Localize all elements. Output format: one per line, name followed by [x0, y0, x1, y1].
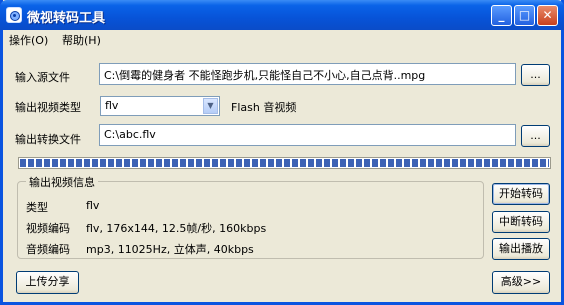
- conversion-progress-bar: [18, 157, 551, 169]
- output-info-title: 输出视频信息: [26, 174, 98, 190]
- stop-convert-button[interactable]: 中断转码: [492, 211, 550, 233]
- start-convert-button[interactable]: 开始转码: [492, 183, 550, 205]
- browse-output-button[interactable]: ...: [521, 125, 550, 147]
- source-file-input[interactable]: C:\倒霉的健身者 不能怪跑步机,只能怪自己不小心,自己点背..mpg: [99, 63, 516, 85]
- info-type-label: 类型: [26, 201, 48, 214]
- output-type-value: flv: [105, 99, 119, 112]
- source-file-label: 输入源文件: [15, 71, 70, 84]
- output-info-group: 输出视频信息 类型 flv 视频编码 flv, 176x144, 12.5帧/秒…: [17, 174, 484, 259]
- app-icon[interactable]: [6, 7, 22, 23]
- window-title: 微视转码工具: [27, 11, 106, 26]
- close-button[interactable]: ✕: [537, 5, 558, 26]
- menu-bar: 操作(O) 帮助(H): [3, 30, 561, 48]
- output-type-label: 输出视频类型: [15, 101, 81, 114]
- chevron-down-icon[interactable]: ▼: [203, 98, 218, 114]
- advanced-button[interactable]: 高级>>: [492, 271, 550, 294]
- info-video-codec-value: flv, 176x144, 12.5帧/秒, 160kbps: [86, 222, 267, 235]
- maximize-button[interactable]: □: [514, 5, 535, 26]
- info-audio-codec-value: mp3, 11025Hz, 立体声, 40kbps: [86, 243, 254, 256]
- output-type-select[interactable]: flv ▼: [100, 96, 220, 116]
- info-audio-codec-label: 音频编码: [26, 243, 70, 256]
- menu-operate[interactable]: 操作(O): [9, 32, 48, 48]
- output-file-input[interactable]: C:\abc.flv: [99, 124, 516, 146]
- minimize-button[interactable]: _: [491, 5, 512, 26]
- progress-fill: [20, 159, 549, 167]
- output-type-description: Flash 音视频: [231, 101, 297, 114]
- info-video-codec-label: 视频编码: [26, 222, 70, 235]
- output-file-label: 输出转换文件: [15, 133, 81, 146]
- info-type-value: flv: [86, 199, 100, 212]
- title-bar[interactable]: 微视转码工具 _ □ ✕: [0, 0, 564, 30]
- upload-share-button[interactable]: 上传分享: [16, 271, 79, 294]
- menu-help[interactable]: 帮助(H): [62, 32, 101, 48]
- play-output-button[interactable]: 输出播放: [492, 238, 550, 260]
- main-window: 微视转码工具 _ □ ✕ 操作(O) 帮助(H) 输入源文件 C:\倒霉的健身者…: [0, 0, 564, 305]
- browse-source-button[interactable]: ...: [521, 64, 550, 86]
